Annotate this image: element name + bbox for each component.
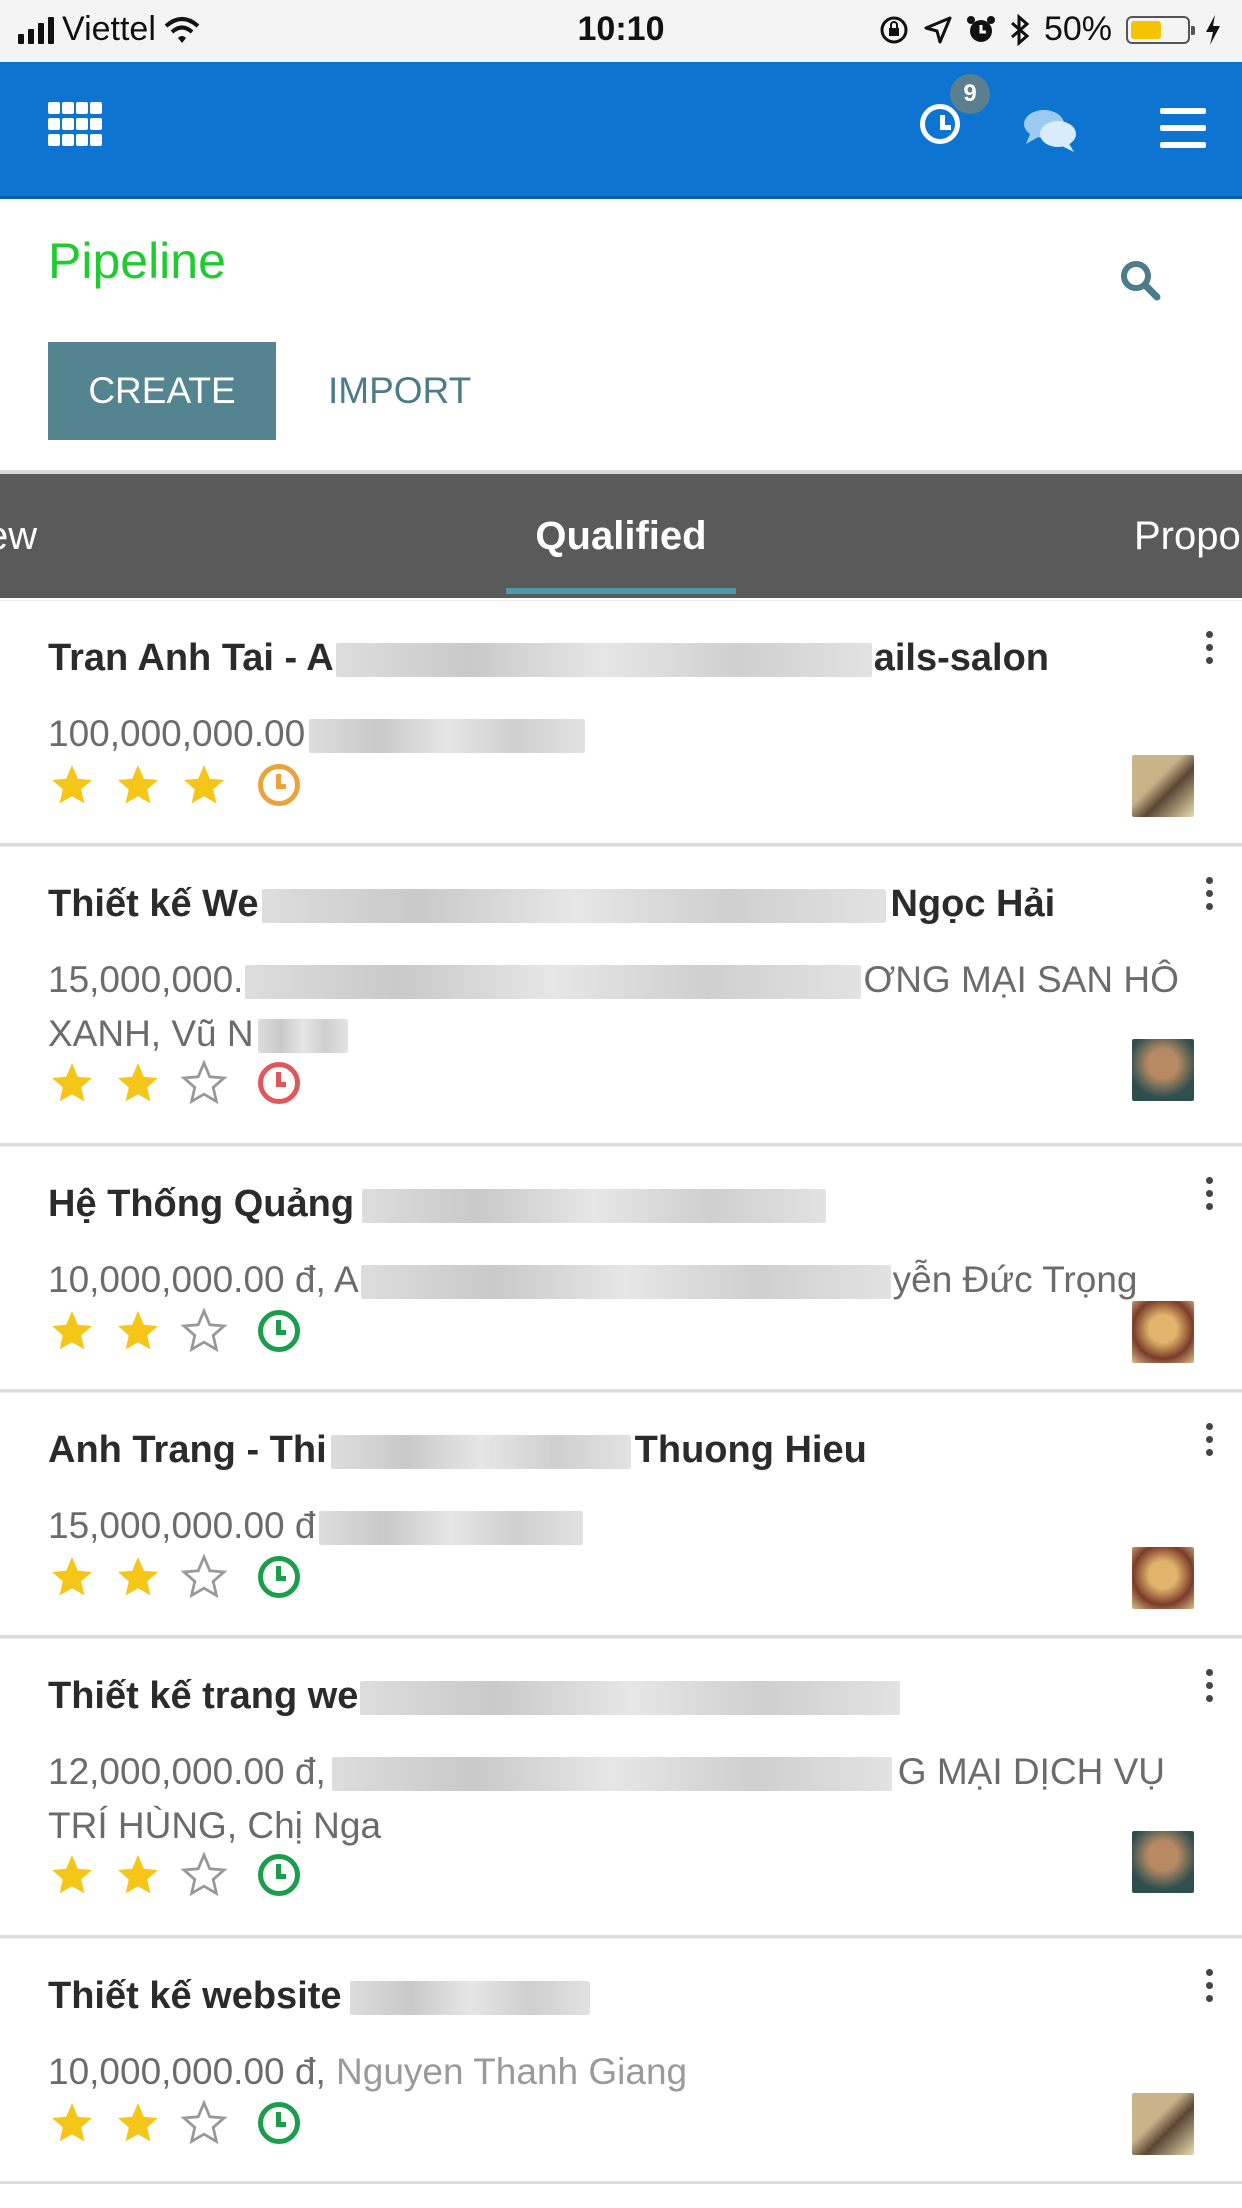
activity-clock-icon[interactable]: [258, 1854, 300, 1896]
page-title: Pipeline: [48, 233, 226, 289]
clock-icon: [920, 104, 960, 144]
avatar: [1132, 1039, 1194, 1101]
priority-stars[interactable]: [48, 1553, 300, 1601]
priority-stars[interactable]: [48, 2099, 300, 2147]
hamburger-menu-icon[interactable]: [1160, 108, 1206, 148]
kanban-cards: Tran Anh Tai - Aails-salon 100,000,000.0…: [0, 600, 1242, 2184]
avatar: [1132, 1547, 1194, 1609]
star-icon[interactable]: [48, 2099, 96, 2147]
star-empty-icon[interactable]: [180, 1059, 228, 1107]
card-title: Thiết kế trang we: [48, 1675, 901, 1718]
star-icon[interactable]: [114, 1307, 162, 1355]
star-icon[interactable]: [180, 761, 228, 809]
location-icon: [924, 16, 952, 43]
create-button[interactable]: CREATE: [48, 342, 276, 440]
card-subtitle: 15,000,000. ƠNG MẠI SAN HÔ XANH, Vũ N: [48, 959, 1179, 1054]
battery-percent: 50%: [1043, 10, 1112, 48]
avatar: [1132, 2093, 1194, 2155]
star-icon[interactable]: [114, 1553, 162, 1601]
activities-button[interactable]: 9: [920, 74, 990, 150]
chat-icon[interactable]: [1022, 106, 1078, 154]
kanban-card[interactable]: Tran Anh Tai - Aails-salon 100,000,000.0…: [0, 600, 1242, 846]
avatar: [1132, 1831, 1194, 1893]
kanban-card[interactable]: Thiết kế trang we 12,000,000.00 đ, G MẠI …: [0, 1638, 1242, 1938]
card-menu-icon[interactable]: [1206, 1669, 1216, 1708]
card-menu-icon[interactable]: [1206, 1177, 1216, 1216]
star-empty-icon[interactable]: [180, 1851, 228, 1899]
card-title: Hệ Thống Quảng: [48, 1183, 827, 1226]
kanban-card[interactable]: Anh Trang - Thi Thuong Hieu 15,000,000.00…: [0, 1392, 1242, 1638]
rotation-lock-icon: [880, 16, 908, 43]
card-subtitle: 10,000,000.00 đ, Ayễn Đức Trọng: [48, 1259, 1138, 1300]
card-title: Tran Anh Tai - Aails-salon: [48, 637, 1050, 679]
card-subtitle: 10,000,000.00 đ, Nguyen Thanh Giang: [48, 2051, 688, 2092]
tab-stage-qualified[interactable]: Qualified: [506, 474, 736, 598]
activity-count-badge: 9: [950, 74, 990, 114]
star-icon[interactable]: [48, 1851, 96, 1899]
activity-clock-icon[interactable]: [258, 1062, 300, 1104]
card-subtitle: 15,000,000.00 đ: [48, 1499, 1188, 1553]
star-empty-icon[interactable]: [180, 2099, 228, 2147]
priority-stars[interactable]: [48, 1851, 300, 1899]
card-menu-icon[interactable]: [1206, 631, 1216, 670]
activity-clock-icon[interactable]: [258, 1310, 300, 1352]
star-icon[interactable]: [48, 1059, 96, 1107]
card-menu-icon[interactable]: [1206, 877, 1216, 916]
star-icon[interactable]: [48, 1553, 96, 1601]
stage-tabs: ew Qualified Propo: [0, 470, 1242, 598]
star-icon[interactable]: [114, 1059, 162, 1107]
star-icon[interactable]: [48, 761, 96, 809]
alarm-icon: [966, 15, 995, 42]
priority-stars[interactable]: [48, 1307, 300, 1355]
activity-clock-icon[interactable]: [258, 2102, 300, 2144]
status-icons: 50%: [878, 10, 1222, 49]
card-menu-icon[interactable]: [1206, 1423, 1216, 1462]
search-icon[interactable]: [1118, 258, 1162, 302]
kanban-card[interactable]: Thiết kế website 10,000,000.00 đ, Nguyen…: [0, 1938, 1242, 2184]
tab-stage-previous[interactable]: ew: [0, 474, 37, 598]
card-subtitle: 12,000,000.00 đ, G MẠI DỊCH VỤ TRÍ HÙNG, …: [48, 1751, 1166, 1846]
bluetooth-icon: [1010, 13, 1030, 46]
card-title: Thiết kế We Ngọc Hải: [48, 883, 1056, 925]
card-title: Anh Trang - Thi Thuong Hieu: [48, 1429, 867, 1471]
star-icon[interactable]: [48, 1307, 96, 1355]
priority-stars[interactable]: [48, 761, 300, 809]
star-icon[interactable]: [114, 1851, 162, 1899]
avatar: [1132, 1301, 1194, 1363]
star-empty-icon[interactable]: [180, 1307, 228, 1355]
avatar: [1132, 755, 1194, 817]
top-navbar: 9: [0, 62, 1242, 199]
star-icon[interactable]: [114, 2099, 162, 2147]
tab-stage-next[interactable]: Propo: [1134, 474, 1241, 598]
star-empty-icon[interactable]: [180, 1553, 228, 1601]
activity-clock-icon[interactable]: [258, 764, 300, 806]
kanban-card[interactable]: Thiết kế We Ngọc Hải 15,000,000. ƠNG MẠI S…: [0, 846, 1242, 1146]
card-subtitle: 100,000,000.00: [48, 707, 1188, 761]
import-button[interactable]: IMPORT: [308, 342, 491, 440]
priority-stars[interactable]: [48, 1059, 300, 1107]
card-title: Thiết kế website: [48, 1975, 590, 2018]
status-bar: Viettel 10:10 50%: [0, 0, 1242, 62]
battery-icon: [1126, 15, 1195, 44]
activity-clock-icon[interactable]: [258, 1556, 300, 1598]
kanban-card[interactable]: Hệ Thống Quảng 10,000,000.00 đ, Ayễn Đức…: [0, 1146, 1242, 1392]
charging-icon: [1206, 14, 1220, 45]
apps-menu-icon[interactable]: [48, 102, 102, 146]
star-icon[interactable]: [114, 761, 162, 809]
card-menu-icon[interactable]: [1206, 1969, 1216, 2008]
